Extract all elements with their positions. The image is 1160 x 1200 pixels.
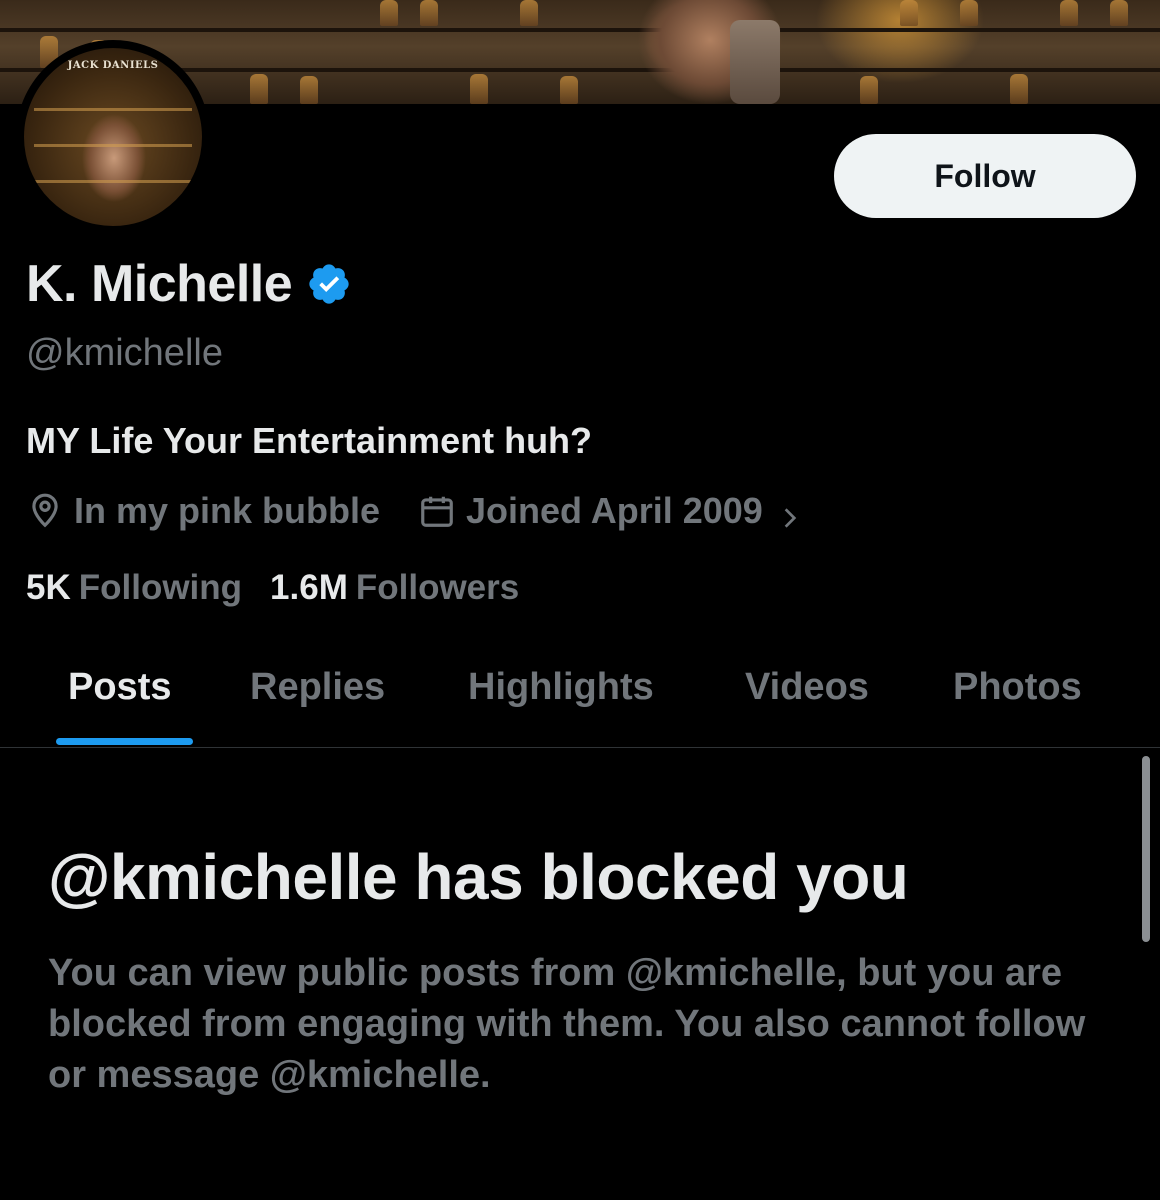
avatar-shelf (34, 180, 192, 183)
profile-page: JACK DANIELS Follow K. Michelle @kmichel… (0, 0, 1160, 1200)
joined-item[interactable]: Joined April 2009 (418, 490, 803, 532)
display-name: K. Michelle (26, 255, 293, 313)
avatar-shelf (34, 144, 192, 147)
banner-bottle (470, 74, 488, 104)
profile-bio: MY Life Your Entertainment huh? (26, 420, 593, 461)
followers-count: 1.6M (270, 568, 348, 607)
location-item: In my pink bubble (26, 490, 380, 532)
banner-bottle (420, 0, 438, 26)
following-label: Following (78, 568, 243, 607)
name-row: K. Michelle (26, 254, 352, 314)
follow-button[interactable]: Follow (834, 134, 1136, 218)
banner-bottle (900, 0, 918, 26)
banner-bottle (1110, 0, 1128, 26)
scrollbar[interactable] (1142, 756, 1150, 942)
calendar-icon (418, 492, 456, 530)
banner-bottle (300, 76, 318, 104)
banner-bottle (560, 76, 578, 104)
banner-bottle (1010, 74, 1028, 104)
following-count: 5K (26, 568, 71, 607)
avatar-logo-text: JACK DANIELS (67, 60, 159, 71)
joined-text: Joined April 2009 (466, 490, 763, 531)
tab-photos[interactable]: Photos (953, 666, 1082, 709)
banner-shelf (0, 28, 1160, 32)
blocked-message: You can view public posts from @kmichell… (48, 952, 1086, 1096)
banner-figure (610, 0, 810, 104)
tab-highlights[interactable]: Highlights (468, 666, 654, 709)
profile-handle: @kmichelle (26, 332, 223, 374)
banner-bottle (250, 74, 268, 104)
profile-stats: 5K Following 1.6M Followers (26, 568, 547, 608)
banner-bottle (380, 0, 398, 26)
blocked-title: @kmichelle has blocked you (48, 841, 909, 913)
banner-bottle (520, 0, 538, 26)
banner-bottle (860, 76, 878, 104)
followers-label: Followers (355, 568, 520, 607)
avatar-shelf (34, 108, 192, 111)
tab-replies[interactable]: Replies (250, 666, 385, 709)
chevron-right-icon (777, 498, 803, 528)
profile-tabs: Posts Replies Highlights Videos Photos (0, 640, 1160, 748)
profile-meta: In my pink bubble Joined April 2009 (26, 490, 841, 532)
active-tab-indicator (56, 738, 193, 745)
following-stat[interactable]: 5K Following (26, 568, 242, 608)
avatar[interactable]: JACK DANIELS (16, 40, 210, 234)
tab-posts[interactable]: Posts (68, 666, 171, 709)
followers-stat[interactable]: 1.6M Followers (270, 568, 519, 608)
tab-videos[interactable]: Videos (745, 666, 869, 709)
verified-badge-icon[interactable] (306, 261, 352, 307)
avatar-image: JACK DANIELS (24, 48, 202, 226)
banner-corset (730, 20, 780, 104)
banner-bottle (960, 0, 978, 26)
location-text: In my pink bubble (74, 490, 381, 531)
location-pin-icon (26, 492, 64, 530)
banner-bottle (1060, 0, 1078, 26)
